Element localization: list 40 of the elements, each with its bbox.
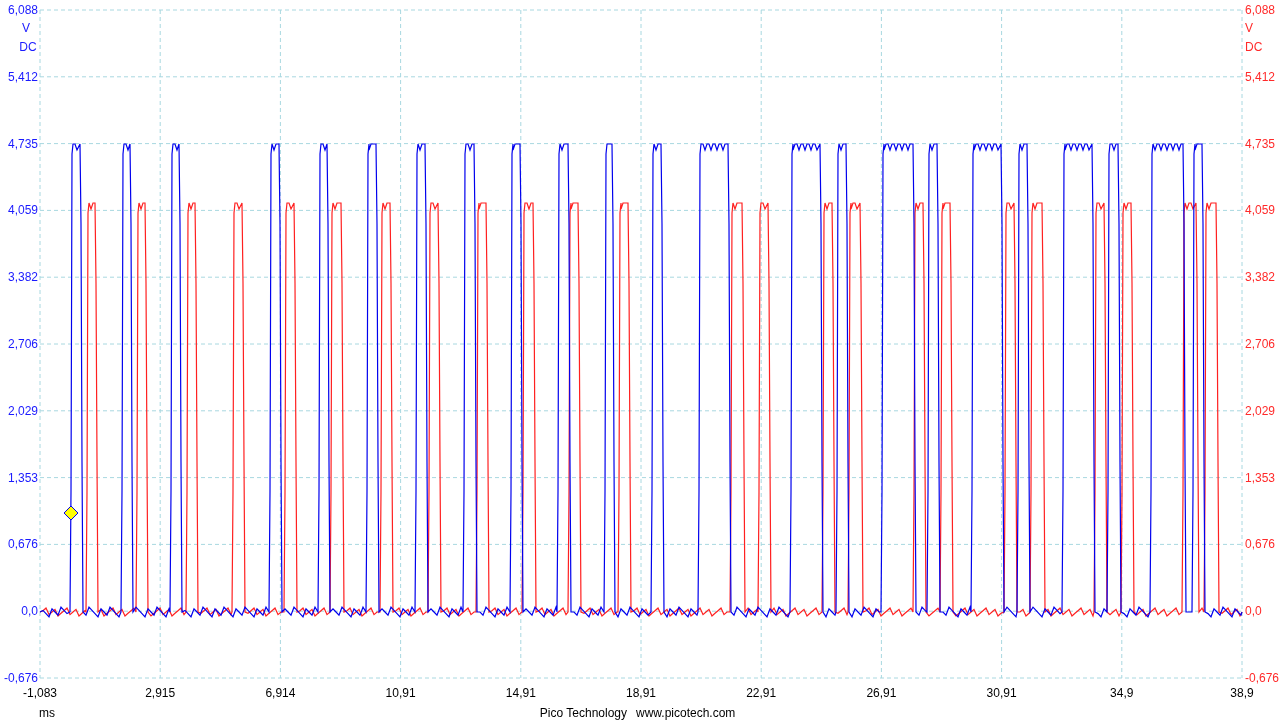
y-axis-label: 0,676 (1245, 537, 1276, 552)
x-axis-label: 34,9 (1110, 686, 1134, 700)
y-axis-label: 0,0 (1245, 604, 1262, 619)
y-axis-label: 4,059 (7, 203, 38, 218)
y-axis-label: 2,029 (7, 403, 38, 418)
y-axis-label: 6,088 (7, 3, 38, 17)
y-axis-label: 4,735 (7, 136, 38, 151)
y-axis-label: 3,382 (1245, 270, 1276, 285)
trigger-marker-icon[interactable] (63, 505, 79, 521)
y-axis-label: -0,676 (3, 671, 38, 685)
y-axis-label: 4,059 (1245, 203, 1276, 218)
x-axis-label: 2,915 (145, 686, 176, 700)
y-axis-label: -0,676 (1245, 671, 1280, 685)
company-name: Pico Technology (539, 706, 627, 720)
x-axis-label: 22,91 (746, 686, 777, 700)
axis-unit-label: V (1245, 21, 1253, 35)
y-axis-label: 5,412 (1245, 69, 1276, 84)
x-axis-label: 30,91 (986, 686, 1017, 700)
x-axis-label: 18,91 (626, 686, 656, 700)
y-axis-label: 2,706 (1245, 337, 1276, 351)
y-axis-label: 2,029 (1245, 403, 1276, 418)
y-axis-label: 2,706 (7, 337, 38, 351)
x-axis-label: -1,083 (23, 686, 57, 700)
x-axis-label: 10,91 (385, 686, 416, 700)
x-axis-label: 38,9 (1230, 686, 1254, 700)
coupling-label: DC (19, 40, 37, 54)
y-axis-label: 3,382 (7, 270, 38, 285)
y-axis-label: 0,676 (7, 537, 38, 552)
y-axis-label: 0,0 (21, 604, 38, 619)
y-axis-label: 5,412 (7, 69, 38, 84)
x-axis-label: 26,91 (866, 686, 897, 700)
y-axis-label: 1,353 (1245, 470, 1276, 485)
y-axis-label: 1,353 (7, 470, 38, 485)
y-axis-label: 4,735 (1245, 136, 1276, 151)
axis-unit-label: ms (39, 706, 55, 720)
coupling-label: DC (1245, 40, 1263, 54)
x-axis-label: 6,914 (265, 686, 296, 700)
axis-unit-label: V (22, 21, 30, 35)
x-axis-label: 14,91 (505, 686, 536, 700)
y-axis-label: 6,088 (1245, 3, 1276, 17)
